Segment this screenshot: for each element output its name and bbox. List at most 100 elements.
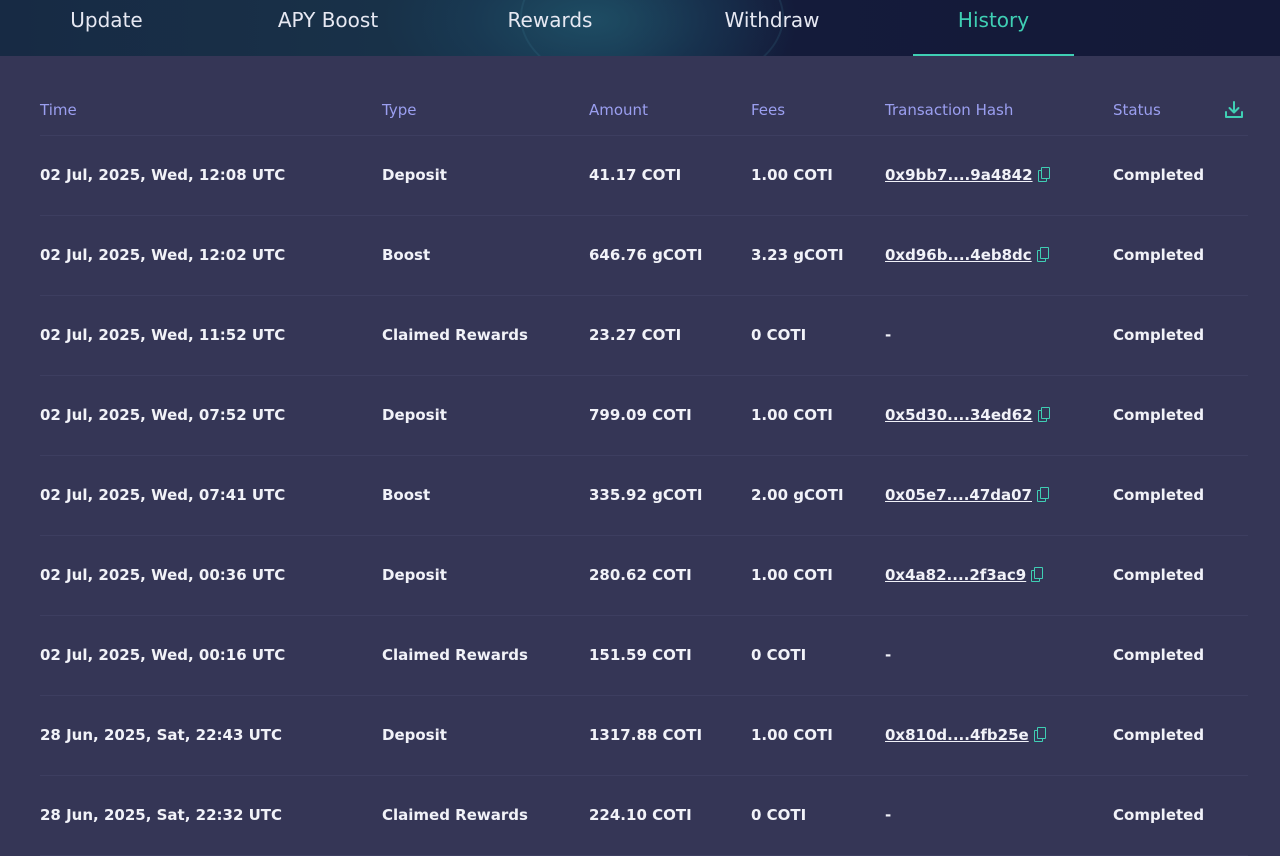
cell-status: Completed xyxy=(1113,646,1205,664)
copy-icon[interactable] xyxy=(1037,167,1050,182)
cell-fees: 3.23 gCOTI xyxy=(751,246,844,264)
cell-status: Completed xyxy=(1113,246,1205,264)
cell-type: Boost xyxy=(382,486,431,504)
cell-amount: 151.59 COTI xyxy=(589,646,692,664)
copy-icon-front xyxy=(1040,487,1049,499)
history-table: Time Type Amount Fees Transaction Hash S… xyxy=(40,56,1248,856)
cell-amount: 280.62 COTI xyxy=(589,566,692,584)
tab-history[interactable]: History xyxy=(913,0,1074,56)
cell-fees: 2.00 gCOTI xyxy=(751,486,844,504)
cell-amount: 224.10 COTI xyxy=(589,806,692,824)
table-row: 02 Jul, 2025, Wed, 11:52 UTC Claimed Rewa… xyxy=(40,296,1248,376)
column-header-type[interactable]: Type xyxy=(382,101,416,119)
copy-icon-front xyxy=(1039,247,1049,259)
cell-status: Completed xyxy=(1113,406,1205,424)
column-header-amount[interactable]: Amount xyxy=(589,101,648,119)
cell-transaction-hash: 0x5d30....34ed62 xyxy=(885,406,1050,424)
table-row: 02 Jul, 2025, Wed, 00:36 UTC Deposit 280.6… xyxy=(40,536,1248,616)
copy-icon[interactable] xyxy=(1033,727,1046,742)
cell-time: 28 Jun, 2025, Sat, 22:32 UTC xyxy=(40,806,283,824)
cell-status: Completed xyxy=(1113,806,1205,824)
transaction-hash-link[interactable]: 0x05e7....47da07 xyxy=(885,486,1032,504)
copy-icon[interactable] xyxy=(1037,407,1050,422)
cell-fees: 1.00 COTI xyxy=(751,166,833,184)
table-header: Time Type Amount Fees Transaction Hash S… xyxy=(40,56,1248,136)
cell-transaction-hash: 0x05e7....47da07 xyxy=(885,486,1049,504)
transaction-hash-link[interactable]: 0x9bb7....9a4842 xyxy=(885,166,1033,184)
cell-type: Deposit xyxy=(382,166,447,184)
cell-time: 02 Jul, 2025, Wed, 11:52 UTC xyxy=(40,326,286,344)
cell-time: 02 Jul, 2025, Wed, 00:16 UTC xyxy=(40,646,286,664)
column-header-transaction-hash[interactable]: Transaction Hash xyxy=(885,101,1013,119)
transaction-hash-empty: - xyxy=(885,806,892,824)
cell-status: Completed xyxy=(1113,486,1205,504)
cell-amount: 799.09 COTI xyxy=(589,406,692,424)
cell-transaction-hash: - xyxy=(885,326,891,344)
cell-status: Completed xyxy=(1113,326,1205,344)
copy-icon-front xyxy=(1034,567,1044,579)
cell-fees: 0 COTI xyxy=(751,326,807,344)
cell-amount: 646.76 gCOTI xyxy=(589,246,703,264)
transaction-hash-link[interactable]: 0x5d30....34ed62 xyxy=(885,406,1033,424)
cell-amount: 335.92 gCOTI xyxy=(589,486,703,504)
cell-type: Claimed Rewards xyxy=(382,326,528,344)
cell-time: 02 Jul, 2025, Wed, 07:41 UTC xyxy=(40,486,286,504)
cell-fees: 1.00 COTI xyxy=(751,726,833,744)
table-row: 02 Jul, 2025, Wed, 12:02 UTC Boost 646.76 … xyxy=(40,216,1248,296)
cell-fees: 1.00 COTI xyxy=(751,566,833,584)
cell-transaction-hash: 0x4a82....2f3ac9 xyxy=(885,566,1044,584)
transaction-hash-link[interactable]: 0x4a82....2f3ac9 xyxy=(885,566,1026,584)
table-row: 02 Jul, 2025, Wed, 07:41 UTC Boost 335.92 … xyxy=(40,456,1248,536)
copy-icon-front xyxy=(1040,407,1050,419)
cell-type: Deposit xyxy=(382,566,447,584)
transaction-hash-link[interactable]: 0x810d....4fb25e xyxy=(885,726,1029,744)
table-row: 28 Jun, 2025, Sat, 22:43 UTC Deposit 1317.… xyxy=(40,696,1248,776)
tab-apy-boost[interactable]: APY Boost xyxy=(213,0,443,54)
cell-type: Deposit xyxy=(382,726,447,744)
cell-type: Boost xyxy=(382,246,431,264)
cell-amount: 1317.88 COTI xyxy=(589,726,703,744)
transaction-hash-link[interactable]: 0xd96b....4eb8dc xyxy=(885,246,1032,264)
cell-transaction-hash: - xyxy=(885,806,891,824)
cell-time: 02 Jul, 2025, Wed, 12:02 UTC xyxy=(40,246,286,264)
copy-icon-front xyxy=(1040,167,1050,179)
cell-amount: 23.27 COTI xyxy=(589,326,682,344)
tab-rewards[interactable]: Rewards xyxy=(443,0,657,54)
column-header-time[interactable]: Time xyxy=(40,101,77,119)
cell-fees: 0 COTI xyxy=(751,646,807,664)
cell-type: Claimed Rewards xyxy=(382,806,528,824)
cell-time: 02 Jul, 2025, Wed, 07:52 UTC xyxy=(40,406,286,424)
cell-time: 02 Jul, 2025, Wed, 12:08 UTC xyxy=(40,166,286,184)
table-body: 02 Jul, 2025, Wed, 12:08 UTC Deposit 41.17… xyxy=(40,136,1248,856)
table-row: 02 Jul, 2025, Wed, 12:08 UTC Deposit 41.17… xyxy=(40,136,1248,216)
cell-transaction-hash: 0x9bb7....9a4842 xyxy=(885,166,1050,184)
transaction-hash-empty: - xyxy=(885,646,892,664)
copy-icon-front xyxy=(1036,727,1046,739)
copy-icon[interactable] xyxy=(1031,567,1044,582)
cell-amount: 41.17 COTI xyxy=(589,166,682,184)
tab-update[interactable]: Update xyxy=(0,0,213,54)
table-row: 02 Jul, 2025, Wed, 00:16 UTC Claimed Rewa… xyxy=(40,616,1248,696)
cell-status: Completed xyxy=(1113,166,1205,184)
cell-status: Completed xyxy=(1113,566,1205,584)
transaction-hash-empty: - xyxy=(885,326,892,344)
cell-transaction-hash: - xyxy=(885,646,891,664)
tab-withdraw[interactable]: Withdraw xyxy=(665,0,879,54)
tab-bar: Update APY Boost Rewards Withdraw Histor… xyxy=(0,0,1280,56)
cell-time: 02 Jul, 2025, Wed, 00:36 UTC xyxy=(40,566,286,584)
column-header-status[interactable]: Status xyxy=(1113,101,1161,119)
download-icon[interactable] xyxy=(1224,100,1244,120)
table-row: 02 Jul, 2025, Wed, 07:52 UTC Deposit 799.0… xyxy=(40,376,1248,456)
cell-fees: 1.00 COTI xyxy=(751,406,833,424)
cell-type: Claimed Rewards xyxy=(382,646,528,664)
copy-icon[interactable] xyxy=(1037,487,1049,502)
cell-time: 28 Jun, 2025, Sat, 22:43 UTC xyxy=(40,726,283,744)
cell-fees: 0 COTI xyxy=(751,806,807,824)
cell-transaction-hash: 0xd96b....4eb8dc xyxy=(885,246,1049,264)
cell-status: Completed xyxy=(1113,726,1205,744)
cell-type: Deposit xyxy=(382,406,447,424)
cell-transaction-hash: 0x810d....4fb25e xyxy=(885,726,1046,744)
table-row: 28 Jun, 2025, Sat, 22:32 UTC Claimed Rewa… xyxy=(40,776,1248,856)
copy-icon[interactable] xyxy=(1036,247,1049,262)
column-header-fees[interactable]: Fees xyxy=(751,101,785,119)
